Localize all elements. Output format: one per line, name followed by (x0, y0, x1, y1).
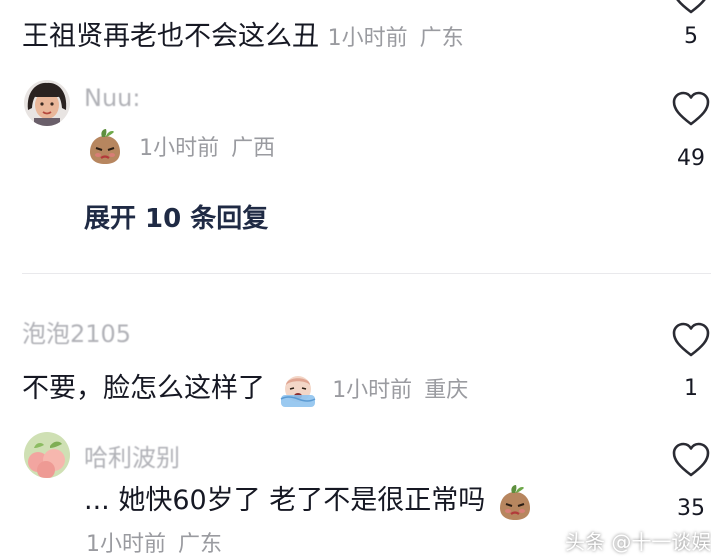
like-button[interactable] (671, 321, 711, 363)
avatar[interactable] (24, 432, 70, 478)
comment-location: 广西 (231, 136, 276, 161)
like-count: 35 (677, 496, 705, 521)
like-count: 1 (684, 376, 698, 401)
heart-outline-icon (672, 322, 710, 357)
like-count: 5 (684, 24, 698, 49)
comment-location: 重庆 (424, 378, 469, 403)
comment-text: ... 她快60岁了 老了不是很正常吗 (84, 478, 534, 522)
divider (22, 273, 711, 274)
pouting-bean-emoji (90, 129, 120, 164)
comment-username[interactable]: Nuu: (84, 84, 140, 112)
comment-meta: 1小时前 广西 (139, 136, 275, 161)
crying-face-emoji (280, 375, 315, 407)
comment-location: 广东 (178, 532, 223, 557)
comment-time: 1小时前 (332, 378, 413, 403)
avatar[interactable] (24, 80, 70, 126)
watermark: 头条 @十一谈娱 (565, 530, 711, 554)
comment-text: 不要，脸怎么这样了 1小时前 重庆 (22, 366, 468, 409)
comment-text: 1小时前 广西 (86, 126, 275, 166)
comment-username[interactable]: 哈利波别 (84, 438, 180, 473)
comment-username[interactable]: 泡泡2105 (22, 314, 131, 349)
comment-location: 广东 (419, 26, 464, 51)
comment-time: 1小时前 (86, 532, 166, 557)
heart-outline-icon (676, 0, 706, 14)
expand-replies-link[interactable]: 展开 10 条回复 (84, 198, 268, 235)
pouting-bean-emoji (499, 484, 530, 520)
heart-outline-icon (672, 442, 710, 477)
heart-outline-icon (672, 91, 710, 126)
like-button[interactable] (671, 441, 711, 483)
comment-text: 王祖贤再老也不会这么丑 1小时前 广东 (22, 21, 464, 52)
comment-meta: 1小时前 广东 (86, 526, 222, 558)
comment-meta: 1小时前 广东 (328, 26, 464, 51)
comment-time: 1小时前 (327, 26, 408, 51)
comment-meta: 1小时前 重庆 (332, 378, 468, 403)
like-button[interactable] (671, 0, 711, 20)
comment-time: 1小时前 (139, 136, 220, 161)
like-count: 49 (677, 146, 705, 171)
like-button[interactable] (671, 90, 711, 132)
